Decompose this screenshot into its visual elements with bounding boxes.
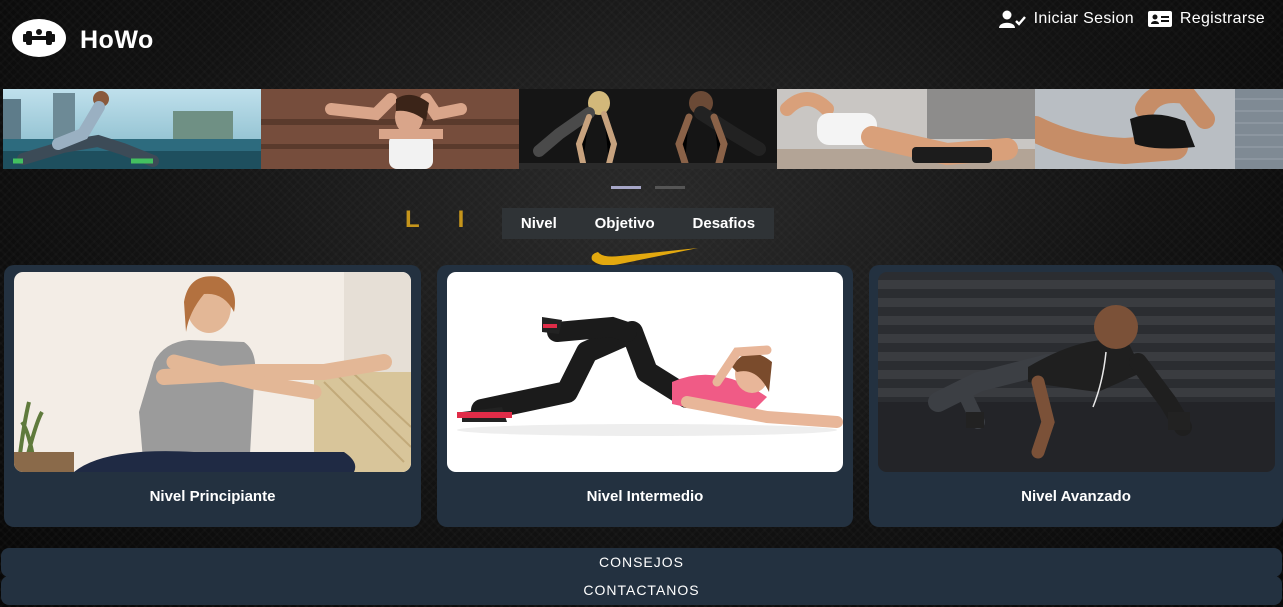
carousel-indicator[interactable] xyxy=(611,186,641,189)
carousel-slide xyxy=(261,89,519,169)
register-link[interactable]: Registrarse xyxy=(1147,10,1265,28)
carousel-slide xyxy=(519,89,777,169)
carousel-indicators xyxy=(611,186,685,189)
register-label: Registrarse xyxy=(1179,10,1265,27)
contact-link[interactable]: CONTACTANOS xyxy=(1,576,1282,605)
tips-link[interactable]: CONSEJOS xyxy=(1,548,1282,577)
login-link[interactable]: Iniciar Sesion xyxy=(998,10,1134,28)
intermediate-image xyxy=(447,272,843,472)
level-card-beginner[interactable]: Nivel Principiante xyxy=(4,265,421,527)
id-card-icon xyxy=(1147,11,1172,27)
auth-links: Iniciar Sesion Registrarse xyxy=(998,10,1265,28)
menu-item-nivel[interactable]: Nivel xyxy=(521,215,557,232)
carousel-slide xyxy=(1035,89,1283,169)
image-carousel[interactable] xyxy=(3,89,1283,169)
menu-item-desafios[interactable]: Desafios xyxy=(693,215,756,232)
menu-item-objetivo[interactable]: Objetivo xyxy=(595,215,655,232)
brand-name[interactable]: HoWo xyxy=(80,26,154,55)
carousel-indicator[interactable] xyxy=(655,186,685,189)
card-title: Nivel Intermedio xyxy=(586,488,704,505)
carousel-slide xyxy=(777,89,1035,169)
user-check-icon xyxy=(998,10,1026,28)
beginner-image xyxy=(14,272,411,472)
logo-icon[interactable] xyxy=(12,19,66,57)
category-menu: Nivel Objetivo Desafios xyxy=(502,208,774,239)
level-card-intermediate[interactable]: Nivel Intermedio xyxy=(437,265,853,527)
card-title: Nivel Principiante xyxy=(149,488,276,505)
login-label: Iniciar Sesion xyxy=(1033,10,1134,27)
level-card-advanced[interactable]: Nivel Avanzado xyxy=(869,265,1283,527)
header: HoWo Iniciar Sesion Registrarse xyxy=(0,0,1283,88)
advanced-image xyxy=(878,272,1275,472)
carousel-slide xyxy=(3,89,261,169)
card-title: Nivel Avanzado xyxy=(1021,488,1131,505)
